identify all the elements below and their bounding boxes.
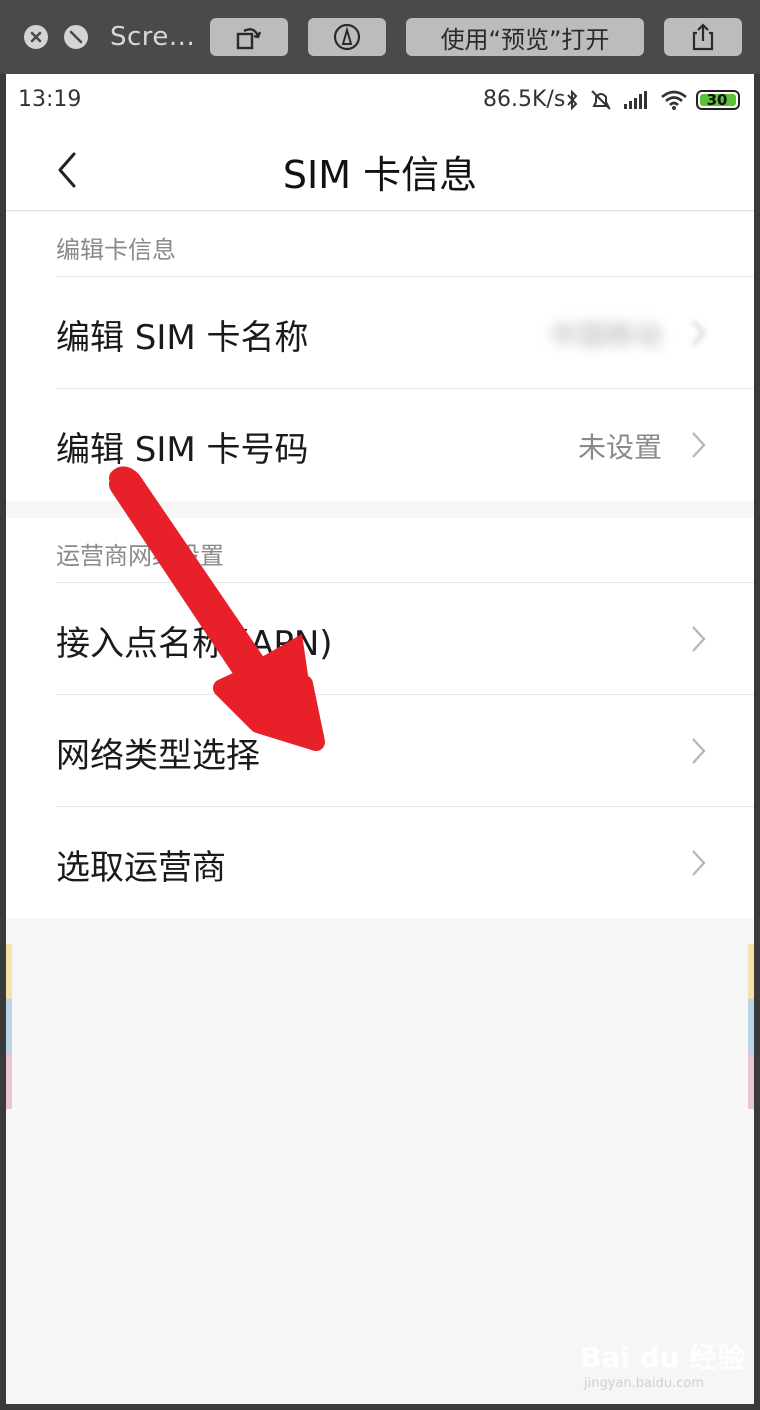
select-carrier-row[interactable]: 选取运营商 [56, 806, 754, 918]
watermark-logo: Bai du 经验 [580, 1341, 746, 1374]
signal-icon [624, 91, 647, 109]
page-title: SIM 卡信息 [282, 153, 478, 197]
edge-strip [748, 999, 754, 1054]
phone-screen: 13:19 86.5K/s 30 SIM 卡信息 编辑卡信息 编辑 SIM 卡名… [6, 74, 754, 1404]
row-label: 网络类型选择 [56, 736, 260, 776]
edge-strip [748, 1054, 754, 1109]
markup-pen-icon [333, 23, 361, 51]
edge-strip [748, 944, 754, 999]
status-time: 13:19 [18, 87, 82, 112]
battery-level: 30 [706, 91, 728, 109]
row-label: 选取运营商 [56, 848, 226, 888]
share-button[interactable] [664, 18, 742, 56]
carrier-network-section: 运营商网络设置 接入点名称 (APN) 网络类型选择 选取运营商 [6, 518, 754, 918]
fullscreen-icon[interactable] [64, 25, 88, 49]
sim-name-value: 中国移动 [549, 319, 662, 352]
card-info-section: 编辑卡信息 编辑 SIM 卡名称 中国移动 编辑 SIM 卡号码 未设置 [6, 212, 754, 501]
watermark-url: jingyan.baidu.com [584, 1376, 704, 1391]
wifi-icon [661, 90, 687, 110]
window-title: Scre... [110, 22, 196, 52]
battery-icon: 30 [696, 90, 740, 110]
section-header: 运营商网络设置 [56, 542, 224, 570]
close-icon[interactable] [24, 25, 48, 49]
bluetooth-icon [567, 89, 578, 111]
apn-row[interactable]: 接入点名称 (APN) [56, 582, 754, 694]
network-type-row[interactable]: 网络类型选择 [56, 694, 754, 806]
chevron-right-icon [692, 320, 706, 346]
edit-sim-number-row[interactable]: 编辑 SIM 卡号码 未设置 [56, 388, 754, 500]
rotate-button[interactable] [210, 18, 288, 56]
network-speed: 86.5K/s [483, 87, 566, 112]
mute-alarm-icon [591, 90, 611, 110]
edge-strip [6, 1054, 12, 1109]
row-label: 编辑 SIM 卡号码 [56, 430, 309, 470]
share-icon [692, 23, 714, 51]
chevron-right-icon [692, 626, 706, 652]
row-label: 接入点名称 (APN) [56, 624, 333, 664]
chevron-right-icon [692, 738, 706, 764]
open-with-preview-button[interactable]: 使用“预览”打开 [406, 18, 644, 56]
edit-sim-name-row[interactable]: 编辑 SIM 卡名称 中国移动 [56, 276, 754, 388]
navigation-bar: SIM 卡信息 [6, 126, 754, 211]
sim-number-value: 未设置 [577, 431, 662, 464]
edge-strip [6, 999, 12, 1054]
chevron-right-icon [692, 850, 706, 876]
quicklook-toolbar: Scre... 使用“预览”打开 [0, 0, 760, 74]
edge-strip [6, 944, 12, 999]
chevron-right-icon [692, 432, 706, 458]
status-bar: 13:19 86.5K/s 30 [6, 74, 754, 126]
rotate-icon [236, 28, 262, 50]
markup-button[interactable] [308, 18, 386, 56]
row-label: 编辑 SIM 卡名称 [56, 318, 309, 358]
section-header: 编辑卡信息 [56, 236, 176, 264]
